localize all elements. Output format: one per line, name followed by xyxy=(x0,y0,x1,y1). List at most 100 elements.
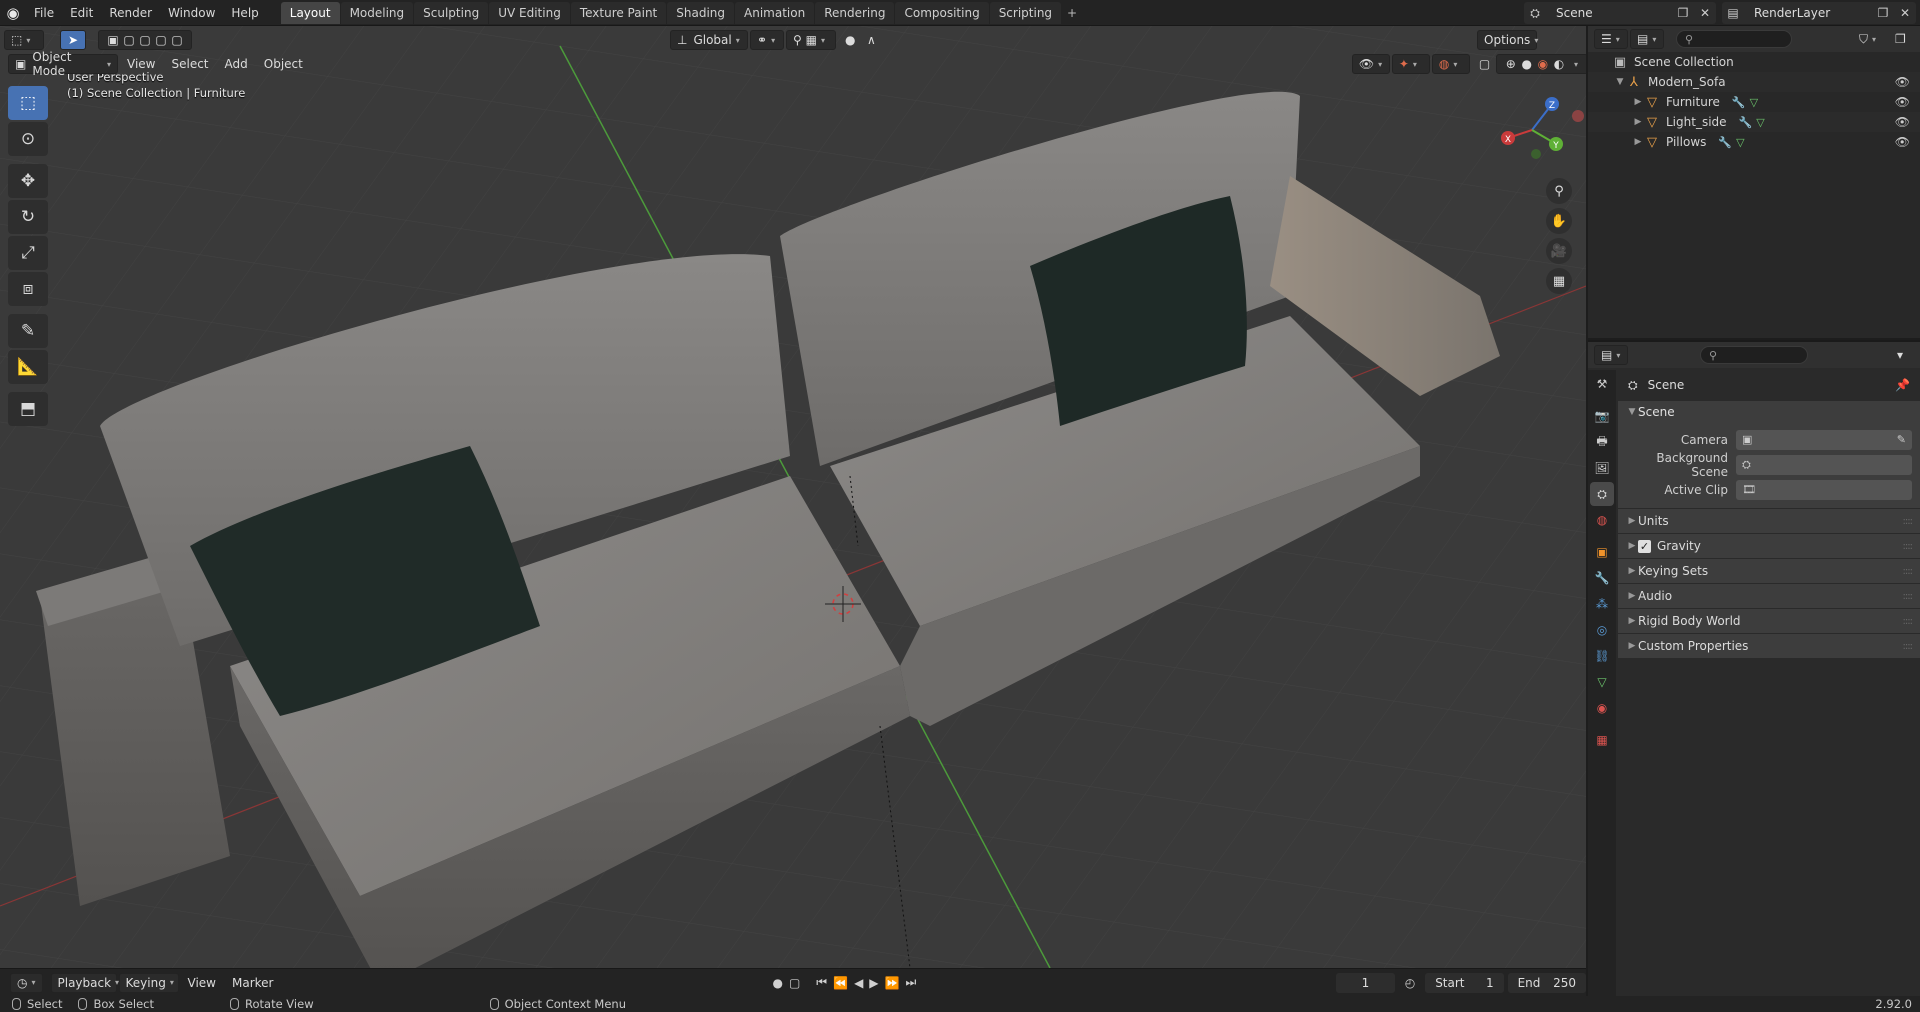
mesh-data-icon[interactable]: ▽ xyxy=(1756,116,1764,129)
visibility-eye-icon[interactable]: 👁 xyxy=(1895,75,1910,89)
modifier-tab-icon[interactable]: 🔧 xyxy=(1590,566,1614,590)
camera-view-icon[interactable]: 🎥 xyxy=(1546,238,1572,264)
keying-sets-panel[interactable]: ▶ Keying Sets :::: xyxy=(1618,559,1920,583)
outliner-editor-type[interactable]: ☰ ▾ xyxy=(1594,29,1628,49)
menu-edit[interactable]: Edit xyxy=(62,0,101,26)
render-tab-icon[interactable]: 📷 xyxy=(1590,404,1614,428)
menu-object[interactable]: Object xyxy=(257,54,310,74)
end-frame-field[interactable]: End 250 xyxy=(1507,972,1586,993)
xray-icon[interactable]: ▢ xyxy=(1472,54,1494,74)
neg-y-axis-icon[interactable] xyxy=(1531,149,1541,159)
select-invert-icon[interactable]: ▢ xyxy=(155,33,166,47)
outliner-scene-collection[interactable]: ▣ Scene Collection xyxy=(1588,52,1920,72)
annotate-tool-icon[interactable]: ✎ xyxy=(8,314,48,348)
solid-shading-icon[interactable]: ● xyxy=(1521,57,1531,71)
select-box-tool-icon[interactable]: ⬚ xyxy=(8,86,48,120)
drag-handle-icon[interactable]: :::: xyxy=(1903,566,1914,577)
jump-keyframe-back-icon[interactable]: ⏪ xyxy=(833,976,848,990)
add-cube-tool-icon[interactable]: ⬒ xyxy=(8,392,48,426)
output-tab-icon[interactable]: 🖶 xyxy=(1590,430,1614,454)
drag-handle-icon[interactable]: :::: xyxy=(1903,541,1914,552)
outliner-search-input[interactable]: ⚲ xyxy=(1676,30,1792,48)
menu-view[interactable]: View xyxy=(120,54,162,74)
drag-handle-icon[interactable]: :::: xyxy=(1903,641,1914,652)
pivot-dropdown[interactable]: ⚭ ▾ xyxy=(750,30,784,50)
menu-help[interactable]: Help xyxy=(223,0,266,26)
object-tab-icon[interactable]: ▣ xyxy=(1590,540,1614,564)
scene-selector[interactable]: ⛭ Scene ❐ ✕ xyxy=(1524,2,1716,24)
menu-add[interactable]: Add xyxy=(218,54,255,74)
navigation-gizmo[interactable]: Z X Y ⚲ ✋ 🎥 ▦ xyxy=(1476,86,1586,346)
expand-closed-icon[interactable]: ▶ xyxy=(1632,97,1644,107)
orientation-dropdown[interactable]: ⊥ Global ▾ xyxy=(670,30,748,50)
snap-group[interactable]: ⚲ ▦ ▾ xyxy=(786,30,836,50)
menu-window[interactable]: Window xyxy=(160,0,223,26)
drag-handle-icon[interactable]: :::: xyxy=(1903,616,1914,627)
view-layer-tab-icon[interactable]: 🖼 xyxy=(1590,456,1614,480)
tab-sculpting[interactable]: Sculpting xyxy=(414,1,489,24)
record-icon[interactable]: ● xyxy=(772,976,782,990)
select-tool-icon[interactable]: ➤ xyxy=(60,30,86,50)
properties-search-input[interactable]: ⚲ xyxy=(1700,346,1808,364)
tab-compositing[interactable]: Compositing xyxy=(895,1,989,24)
visibility-eye-icon[interactable]: 👁 xyxy=(1895,95,1910,109)
jump-end-icon[interactable]: ⏭ xyxy=(905,975,916,990)
jump-keyframe-forward-icon[interactable]: ⏩ xyxy=(885,976,900,990)
expand-closed-icon[interactable]: ▶ xyxy=(1632,137,1644,147)
visibility-eye-icon[interactable]: 👁 xyxy=(1895,135,1910,149)
tab-shading[interactable]: Shading xyxy=(667,1,734,24)
options-dropdown[interactable]: Options ▾ xyxy=(1477,30,1538,50)
tab-rendering[interactable]: Rendering xyxy=(815,1,895,24)
add-workspace-button[interactable]: + xyxy=(1062,2,1082,24)
proportional-edit-icon[interactable]: ● xyxy=(838,30,858,50)
duplicate-layer-icon[interactable]: ❐ xyxy=(1872,3,1894,23)
custom-properties-panel[interactable]: ▶ Custom Properties :::: xyxy=(1618,634,1920,658)
outliner-collection-modern-sofa[interactable]: ▼ ⅄ Modern_Sofa 👁 xyxy=(1588,72,1920,92)
drag-handle-icon[interactable]: :::: xyxy=(1903,516,1914,527)
view-layer-selector[interactable]: ▤ RenderLayer ❐ ✕ xyxy=(1722,2,1916,24)
timeline-view-menu[interactable]: View xyxy=(181,973,223,993)
display-mode-dropdown[interactable]: ▤ ▾ xyxy=(1630,29,1664,49)
falloff-icon[interactable]: ∧ xyxy=(860,30,880,50)
select-intersect-icon[interactable]: ▢ xyxy=(171,33,182,47)
play-icon[interactable]: ▶ xyxy=(869,976,878,990)
menu-render[interactable]: Render xyxy=(101,0,160,26)
playback-dropdown[interactable]: Playback ▾ xyxy=(50,972,119,993)
texture-tab-icon[interactable]: ▦ xyxy=(1590,728,1614,752)
visibility-dropdown[interactable]: 👁 ▾ xyxy=(1351,54,1390,74)
close-scene-icon[interactable]: ✕ xyxy=(1694,3,1716,23)
scene-tab-icon[interactable]: ⛭ xyxy=(1590,482,1614,506)
pin-icon[interactable]: 📌 xyxy=(1895,378,1910,392)
jump-start-icon[interactable]: ⏮ xyxy=(816,975,827,990)
neg-x-axis-icon[interactable] xyxy=(1572,110,1584,122)
mesh-data-icon[interactable]: ▽ xyxy=(1750,96,1758,109)
keying-dropdown[interactable]: Keying ▾ xyxy=(118,972,179,993)
zoom-icon[interactable]: ⚲ xyxy=(1546,178,1572,204)
gravity-panel[interactable]: ▶ ✓ Gravity :::: xyxy=(1618,534,1920,558)
menu-file[interactable]: File xyxy=(26,0,62,26)
tab-scripting[interactable]: Scripting xyxy=(989,1,1062,24)
timeline-editor-type[interactable]: ◷ ▾ xyxy=(10,972,43,993)
keyframe-type-icon[interactable]: ▢ xyxy=(789,976,800,990)
shading-group[interactable]: ⊕ ● ◉ ◐ ▾ xyxy=(1495,54,1586,74)
drag-handle-icon[interactable]: :::: xyxy=(1903,591,1914,602)
overlay-toggle[interactable]: ◍ ▾ xyxy=(1431,54,1470,74)
world-tab-icon[interactable]: ◍ xyxy=(1590,508,1614,532)
outliner-item-pillows[interactable]: ▶ ▽ Pillows 🔧 ▽ 👁 xyxy=(1588,132,1920,152)
rendered-shading-icon[interactable]: ◐ xyxy=(1554,57,1564,71)
pan-icon[interactable]: ✋ xyxy=(1546,208,1572,234)
shading-options-icon[interactable]: ▾ xyxy=(1574,60,1578,69)
play-reverse-icon[interactable]: ◀ xyxy=(854,976,863,990)
mesh-data-icon[interactable]: ▽ xyxy=(1736,136,1744,149)
modifier-wrench-icon[interactable]: 🔧 xyxy=(1718,136,1732,149)
visibility-eye-icon[interactable]: 👁 xyxy=(1895,115,1910,129)
new-collection-icon[interactable]: ❐ xyxy=(1888,29,1910,49)
selection-mode-group[interactable]: ▣ ▢ ▢ ▢ ▢ xyxy=(98,30,192,50)
physics-tab-icon[interactable]: ◎ xyxy=(1590,618,1614,642)
3d-viewport[interactable]: ⬚ ▾ ➤ ▣ ▢ ▢ ▢ ▢ ⊥ Global ▾ ⚭ ▾ ⚲ ▦ ▾ ● ∧ Opt… xyxy=(0,26,1586,968)
tab-texture-paint[interactable]: Texture Paint xyxy=(570,1,667,24)
properties-options-icon[interactable]: ▾ xyxy=(1890,345,1912,365)
rigid-body-world-panel[interactable]: ▶ Rigid Body World :::: xyxy=(1618,609,1920,633)
move-tool-icon[interactable]: ✥ xyxy=(8,164,48,198)
select-extend-icon[interactable]: ▢ xyxy=(123,33,134,47)
